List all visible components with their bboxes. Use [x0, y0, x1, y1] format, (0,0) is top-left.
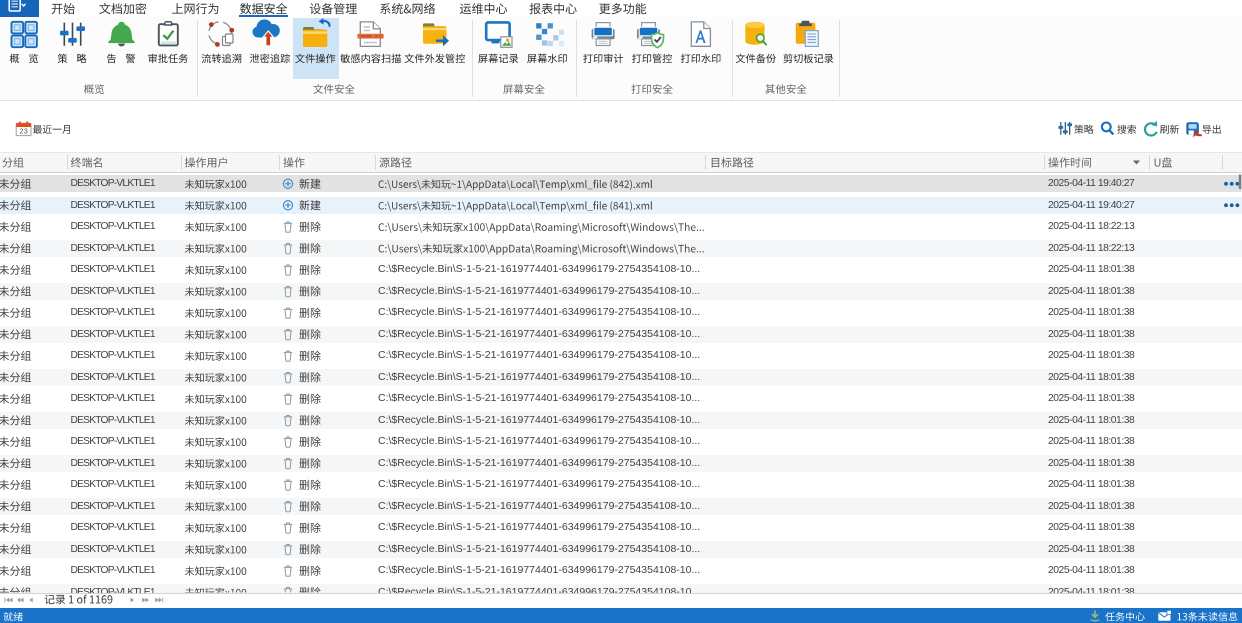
svg-text:23: 23: [19, 127, 27, 136]
